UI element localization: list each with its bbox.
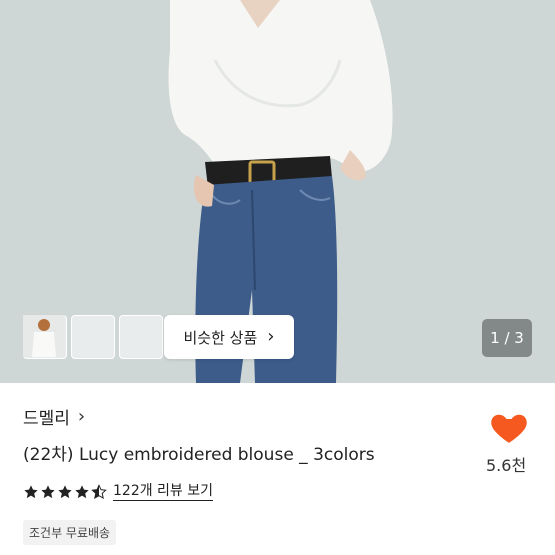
star-half-icon xyxy=(91,483,107,499)
thumbnail-3[interactable] xyxy=(23,315,163,359)
image-counter: 1 / 3 xyxy=(482,319,532,357)
like-button[interactable] xyxy=(488,406,530,448)
chevron-right-icon: › xyxy=(77,406,86,427)
star-full-icon xyxy=(24,484,38,498)
rating-row: 122개 리뷰 보기 xyxy=(23,482,214,501)
thumbnail-strip xyxy=(23,315,163,359)
star-full-icon xyxy=(41,484,55,498)
rating-stars xyxy=(23,483,107,500)
product-title: (22차) Lucy embroidered blouse _ 3colors xyxy=(23,445,375,465)
shop-link[interactable]: 드멜리 › xyxy=(23,404,85,429)
reviews-link[interactable]: 122개 리뷰 보기 xyxy=(113,482,214,501)
star-full-icon xyxy=(58,484,72,498)
product-image[interactable]: 비슷한 상품 › 1 / 3 xyxy=(0,0,555,383)
similar-products-label: 비슷한 상품 xyxy=(183,328,258,347)
thumbnail-2[interactable] xyxy=(23,315,115,359)
star-full-icon xyxy=(75,484,89,498)
like-count: 5.6천 xyxy=(486,456,527,475)
shipping-badge: 조건부 무료배송 xyxy=(23,520,117,545)
chevron-right-icon: › xyxy=(267,326,275,347)
similar-products-button[interactable]: 비슷한 상품 › xyxy=(164,315,294,359)
heart-icon xyxy=(491,414,527,443)
shop-name: 드멜리 xyxy=(23,409,70,429)
